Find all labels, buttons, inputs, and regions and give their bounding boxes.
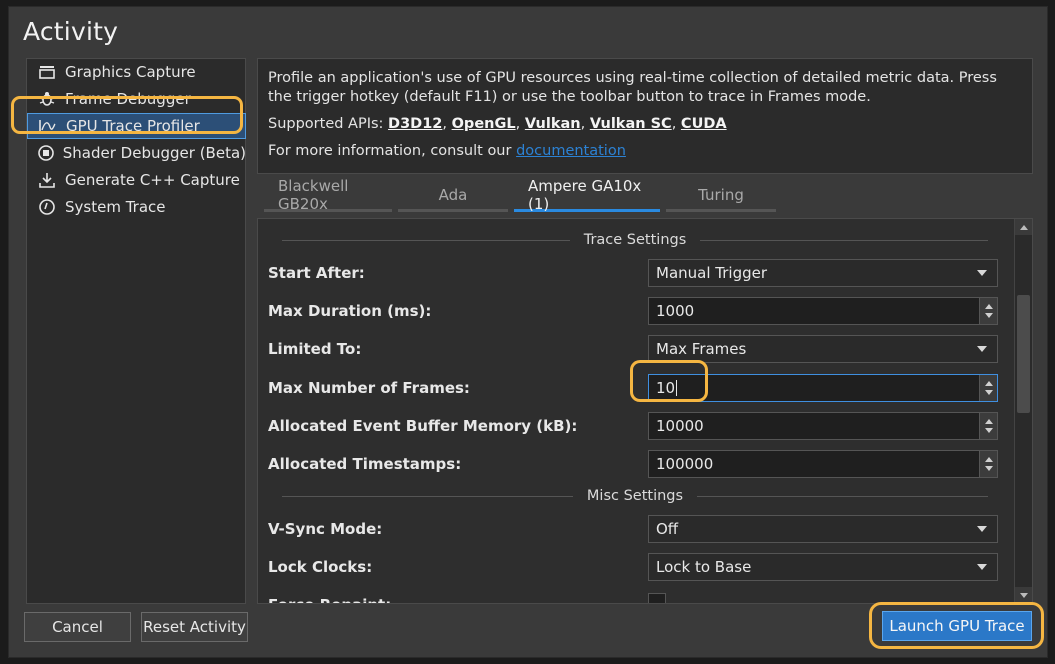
spinner-arrows-icon[interactable] — [979, 451, 997, 477]
vsync-mode-select[interactable]: Off — [648, 515, 998, 543]
sidebar-item-label: Frame Debugger — [65, 90, 191, 108]
misc-settings-header: Misc Settings — [268, 486, 1002, 506]
spinner-arrows-icon[interactable] — [979, 375, 997, 401]
more-info-text: For more information, consult our — [268, 143, 512, 159]
sidebar-item-frame-debugger[interactable]: Frame Debugger — [27, 86, 246, 112]
tab-ada[interactable]: Ada — [398, 180, 508, 212]
chevron-down-icon — [977, 526, 987, 532]
chevron-down-icon — [977, 346, 987, 352]
shader-icon — [37, 144, 55, 162]
event-buffer-memory-stepper[interactable]: 10000 — [648, 412, 998, 440]
activity-description: Profile an application's use of GPU reso… — [257, 58, 1033, 174]
setting-max-frames: Max Number of Frames: 10 — [268, 374, 1002, 404]
more-info: For more information, consult our docume… — [268, 142, 1022, 161]
sidebar-item-graphics-capture[interactable]: Graphics Capture — [27, 59, 246, 85]
setting-label: Start After: — [268, 264, 365, 282]
api-link-vulkan-sc[interactable]: Vulkan SC — [590, 116, 672, 132]
launch-gpu-trace-button[interactable]: Launch GPU Trace — [882, 611, 1032, 641]
scrollbar-thumb[interactable] — [1017, 295, 1030, 413]
lock-clocks-select[interactable]: Lock to Base — [648, 553, 998, 581]
cancel-button[interactable]: Cancel — [24, 612, 131, 642]
max-duration-stepper[interactable]: 1000 — [648, 297, 998, 325]
supported-apis: Supported APIs: D3D12, OpenGL, Vulkan, V… — [268, 116, 727, 132]
activity-window: Activity Graphics Capture Frame Debugger… — [8, 6, 1048, 658]
force-repaint-checkbox[interactable] — [648, 593, 666, 603]
chevron-down-icon — [977, 270, 987, 276]
setting-start-after: Start After: Manual Trigger — [268, 259, 1002, 289]
settings-panel: Trace Settings Start After: Manual Trigg… — [257, 218, 1033, 604]
activity-list: Graphics Capture Frame Debugger GPU Trac… — [26, 58, 246, 604]
setting-label: Limited To: — [268, 340, 362, 358]
scroll-down-icon[interactable] — [1015, 587, 1032, 603]
sidebar-item-generate-cpp-capture[interactable]: Generate C++ Capture — [27, 167, 246, 193]
setting-lock-clocks: Lock Clocks: Lock to Base — [268, 553, 1002, 583]
setting-label: Max Duration (ms): — [268, 302, 432, 320]
setting-label: Allocated Event Buffer Memory (kB): — [268, 417, 578, 435]
download-icon — [37, 171, 57, 189]
sidebar-item-gpu-trace-profiler[interactable]: GPU Trace Profiler — [27, 113, 246, 139]
setting-label: Max Number of Frames: — [268, 379, 470, 397]
setting-event-buffer-memory: Allocated Event Buffer Memory (kB): 1000… — [268, 412, 1002, 442]
reset-activity-button[interactable]: Reset Activity — [141, 612, 248, 642]
sidebar-item-label: Shader Debugger (Beta) — [62, 144, 246, 162]
spinner-arrows-icon[interactable] — [979, 413, 997, 439]
setting-label: Lock Clocks: — [268, 558, 373, 576]
camera-icon — [37, 63, 57, 81]
apis-label: Supported APIs: — [268, 116, 384, 132]
sidebar-item-system-trace[interactable]: System Trace — [27, 194, 246, 220]
spinner-arrows-icon[interactable] — [979, 298, 997, 324]
setting-allocated-timestamps: Allocated Timestamps: 100000 — [268, 450, 1002, 480]
documentation-link[interactable]: documentation — [516, 143, 626, 159]
api-link-cuda[interactable]: CUDA — [681, 116, 727, 132]
architecture-tabs: Blackwell GB20x Ada Ampere GA10x (1) Tur… — [264, 177, 782, 214]
clock-icon — [37, 198, 57, 216]
setting-force-repaint: Force Repaint: — [268, 591, 1002, 603]
start-after-select[interactable]: Manual Trigger — [648, 259, 998, 287]
setting-limited-to: Limited To: Max Frames — [268, 335, 1002, 365]
sidebar-item-label: System Trace — [65, 198, 166, 216]
sidebar-item-label: Generate C++ Capture — [65, 171, 240, 189]
api-link-opengl[interactable]: OpenGL — [452, 116, 516, 132]
trace-settings-header: Trace Settings — [268, 230, 1002, 250]
chevron-down-icon — [977, 564, 987, 570]
allocated-timestamps-stepper[interactable]: 100000 — [648, 450, 998, 478]
tab-turing[interactable]: Turing — [666, 180, 776, 212]
setting-label: V-Sync Mode: — [268, 520, 383, 538]
scroll-up-icon[interactable] — [1015, 219, 1032, 235]
limited-to-select[interactable]: Max Frames — [648, 335, 998, 363]
description-text: Profile an application's use of GPU reso… — [268, 70, 997, 105]
settings-scrollbar[interactable] — [1014, 219, 1032, 603]
bug-icon — [37, 90, 57, 108]
section-title: Trace Settings — [583, 232, 687, 248]
setting-vsync-mode: V-Sync Mode: Off — [268, 515, 1002, 545]
sidebar-item-label: Graphics Capture — [65, 63, 196, 81]
sidebar-item-label: GPU Trace Profiler — [66, 117, 200, 135]
section-title: Misc Settings — [586, 488, 684, 504]
window-title: Activity — [23, 17, 119, 46]
setting-label: Force Repaint: — [268, 596, 391, 603]
tab-blackwell[interactable]: Blackwell GB20x — [264, 177, 392, 213]
setting-label: Allocated Timestamps: — [268, 455, 462, 473]
trace-chart-icon — [38, 117, 58, 135]
api-link-d3d12[interactable]: D3D12 — [388, 116, 442, 132]
tab-ampere[interactable]: Ampere GA10x (1) — [514, 177, 660, 213]
api-link-vulkan[interactable]: Vulkan — [525, 116, 581, 132]
setting-max-duration: Max Duration (ms): 1000 — [268, 297, 1002, 327]
max-frames-stepper[interactable]: 10 — [648, 374, 998, 402]
sidebar-item-shader-debugger[interactable]: Shader Debugger (Beta) — [27, 140, 246, 166]
